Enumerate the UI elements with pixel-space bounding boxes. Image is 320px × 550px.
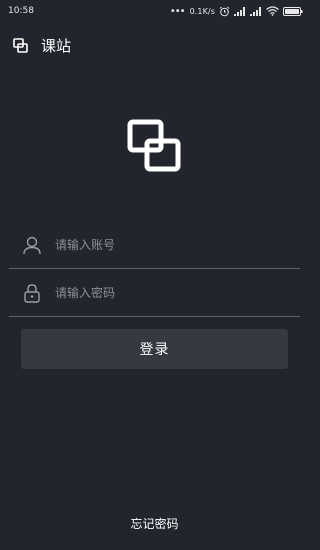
network-speed: 0.1K/s	[189, 6, 215, 16]
app-bar: 课站	[0, 28, 309, 62]
forgot-password-link[interactable]: 忘记密码	[0, 515, 309, 532]
signal-icon	[250, 6, 261, 16]
status-icons: ••• 0.1K/s	[170, 6, 303, 17]
status-time: 10:58	[8, 6, 34, 16]
lock-icon	[21, 282, 43, 304]
signal-icon	[234, 6, 245, 16]
password-input[interactable]	[55, 277, 300, 308]
more-dots-icon: •••	[169, 5, 186, 17]
login-screen: 10:58 ••• 0.1K/s 课站 请输入账号 登录 忘记密码	[0, 0, 309, 550]
wifi-icon	[266, 6, 279, 16]
status-bar: 10:58 ••• 0.1K/s	[0, 0, 309, 22]
user-icon	[21, 234, 43, 256]
alarm-icon	[219, 6, 230, 16]
account-field[interactable]	[9, 221, 300, 269]
battery-icon	[283, 6, 303, 16]
overlapping-squares-icon	[127, 119, 181, 172]
password-field[interactable]	[9, 269, 300, 317]
account-input[interactable]	[55, 229, 300, 260]
overlapping-squares-icon	[13, 37, 28, 53]
app-title: 课站	[41, 36, 72, 55]
login-button[interactable]: 登录	[21, 329, 288, 369]
